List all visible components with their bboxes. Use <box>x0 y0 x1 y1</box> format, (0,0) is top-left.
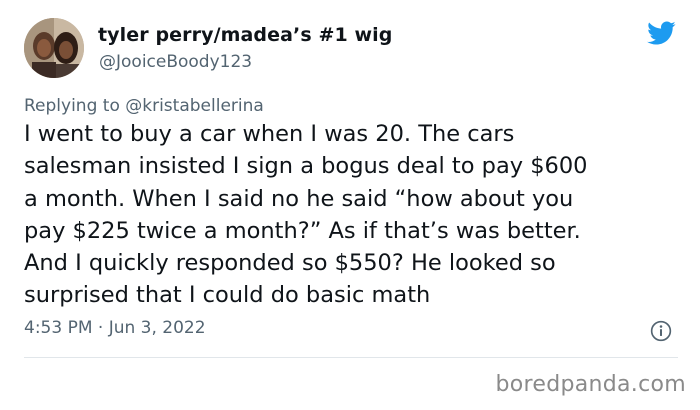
twitter-bird-icon[interactable] <box>644 18 678 48</box>
reply-prefix: Replying to <box>24 96 126 116</box>
divider <box>24 357 678 358</box>
avatar[interactable] <box>24 18 84 78</box>
display-name[interactable]: tyler perry/madea’s #1 wig <box>98 24 393 46</box>
reply-mention-link[interactable]: @kristabellerina <box>125 96 264 116</box>
tweet-timestamp[interactable]: 4:53 PM · Jun 3, 2022 <box>24 318 206 338</box>
watermark: boredpanda.com <box>495 372 686 397</box>
reply-context: Replying to @kristabellerina <box>24 96 264 116</box>
avatar-photo <box>24 18 84 78</box>
tweet-text: I went to buy a car when I was 20. The c… <box>24 121 588 309</box>
info-icon[interactable] <box>650 320 672 342</box>
user-handle[interactable]: @JooiceBoody123 <box>99 52 252 72</box>
tweet-card: tyler perry/madea’s #1 wig @JooiceBoody1… <box>0 0 700 410</box>
